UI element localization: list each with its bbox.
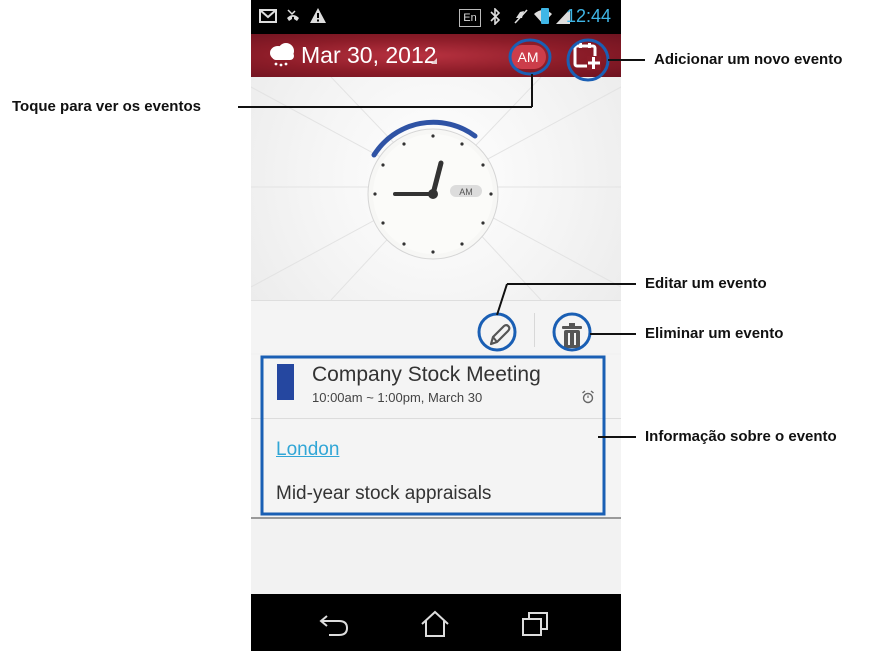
event-detail-panel: London Mid-year stock appraisals [251,419,621,519]
battery-icon [541,8,549,24]
event-title: Company Stock Meeting [312,363,541,386]
header-date[interactable]: Mar 30, 2012 [301,42,437,69]
recent-apps-icon[interactable] [519,610,551,638]
clock-panel[interactable]: AM [251,77,621,300]
actions-divider [534,313,535,347]
mute-icon [514,9,528,24]
warning-icon [310,8,326,23]
pencil-icon[interactable] [483,321,513,351]
analog-clock[interactable]: AM [251,77,621,300]
status-bar: En 12:44 [251,0,621,34]
date-dropdown-indicator [431,58,437,64]
event-actions-bar [251,300,621,353]
gmail-icon [259,9,277,23]
missed-call-icon [287,9,299,21]
navigation-bar [251,594,621,651]
status-time: 12:44 [565,6,611,26]
home-icon[interactable] [419,610,451,638]
input-indicator: En [459,9,481,27]
callout-add-event: Adicionar um novo evento [654,51,843,68]
calendar-header: Mar 30, 2012 AM [251,34,621,77]
bluetooth-icon [490,8,501,25]
trash-icon[interactable] [558,321,586,351]
event-color-bar [277,364,294,400]
clock-ampm-label: AM [459,187,473,197]
event-location-link[interactable]: London [276,439,339,461]
cloudy-rain-icon [270,43,294,67]
event-description: Mid-year stock appraisals [276,483,492,504]
callout-edit-event: Editar um evento [645,275,767,292]
callout-event-info: Informação sobre o evento [645,428,837,445]
add-event-icon[interactable] [573,42,601,70]
callout-view-events: Toque para ver os eventos [12,98,201,115]
event-title-row[interactable]: Company Stock Meeting 10:00am ~ 1:00pm, … [251,355,621,419]
phone-screen: En 12:44 Mar 30, 2012 AM AM Company Stoc… [251,0,621,651]
back-icon[interactable] [319,610,351,638]
event-time-range: 10:00am ~ 1:00pm, March 30 [312,390,483,405]
alarm-icon [582,390,594,404]
ampm-toggle-button[interactable]: AM [510,45,546,69]
callout-delete-event: Eliminar um evento [645,325,784,342]
